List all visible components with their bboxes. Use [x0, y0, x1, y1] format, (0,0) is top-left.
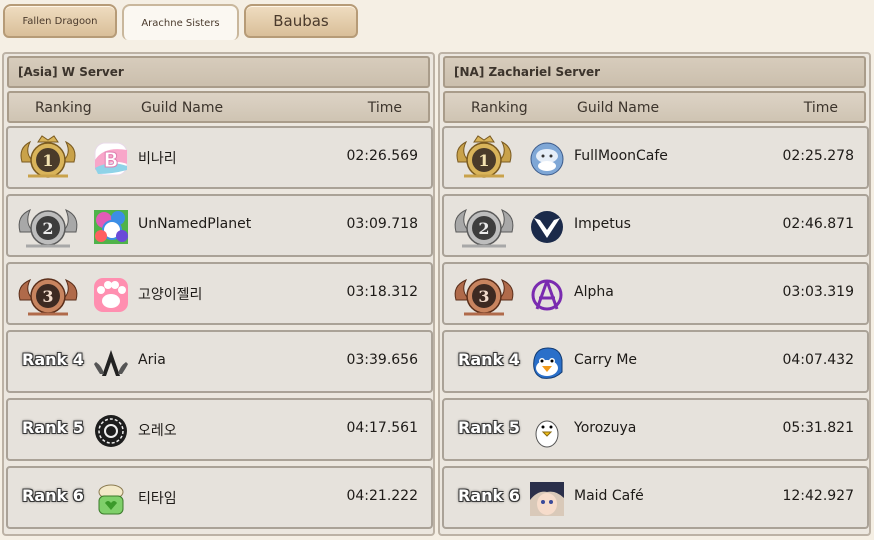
rank-label: Rank 6 — [458, 486, 520, 505]
tab-baubas[interactable]: Baubas — [244, 4, 358, 38]
gold-medal-icon: 1 — [20, 135, 76, 178]
clear-time: 12:42.927 — [782, 488, 854, 504]
guild-emblem-icon: B — [94, 142, 128, 176]
guild-emblem-icon — [533, 347, 563, 379]
guild-emblem-icon — [94, 278, 128, 312]
guild-emblem-icon — [531, 211, 563, 243]
guild-name: 오레오 — [138, 423, 177, 439]
guild-name: FullMoonCafe — [574, 148, 668, 164]
clear-time: 04:17.561 — [346, 420, 418, 436]
bronze-medal-icon: 3 — [18, 278, 78, 316]
guild-name: Aria — [138, 352, 166, 368]
guild-emblem-icon — [530, 482, 564, 516]
rank-label: Rank 5 — [22, 418, 84, 437]
clear-time: 04:21.222 — [346, 488, 418, 504]
guild-emblem-icon — [95, 415, 127, 447]
ranking-header: Ranking — [35, 100, 92, 116]
ranking-row: Rank 4 Carry Me 04:07.432 — [442, 330, 869, 393]
clear-time: 02:46.871 — [782, 216, 854, 232]
ranking-row: Rank 4 Aria 03:39.656 — [6, 330, 433, 393]
tab-bar: Fallen Dragoon Arachne Sisters Baubas — [0, 0, 874, 44]
tab-label: Baubas — [273, 12, 329, 30]
tab-arachne-sisters[interactable]: Arachne Sisters — [122, 4, 239, 40]
guild-name: Impetus — [574, 216, 631, 232]
rank-number: 2 — [42, 219, 53, 238]
rank-label: Rank 4 — [458, 350, 520, 369]
guild-name: UnNamedPlanet — [138, 216, 252, 232]
rank-number: 3 — [478, 287, 489, 306]
gold-medal-icon: 1 — [456, 135, 512, 178]
svg-text:B: B — [103, 148, 118, 172]
ranking-row: Rank 5 오레오 04:17.561 — [6, 398, 433, 461]
clear-time: 02:26.569 — [346, 148, 418, 164]
clear-time: 04:07.432 — [782, 352, 854, 368]
silver-medal-icon: 2 — [18, 209, 78, 248]
server-title: [NA] Zachariel Server — [443, 56, 866, 88]
ranking-row: Rank 6 Maid Café 12:42.927 — [442, 466, 869, 529]
guild-emblem-icon — [94, 350, 128, 376]
rank-number: 1 — [478, 151, 489, 170]
ranking-row: 1 B 비나리 02:26.569 — [6, 126, 433, 189]
guild-name: Maid Café — [574, 488, 644, 504]
clear-time: 03:18.312 — [346, 284, 418, 300]
rank-number: 2 — [478, 219, 489, 238]
tab-label: Arachne Sisters — [141, 17, 220, 29]
rank-label: Rank 4 — [22, 350, 84, 369]
ranking-header: Ranking — [471, 100, 528, 116]
clear-time: 03:39.656 — [346, 352, 418, 368]
guild-name-header: Guild Name — [141, 100, 224, 116]
guild-name-header: Guild Name — [577, 100, 660, 116]
rank-number: 3 — [42, 287, 53, 306]
tab-fallen-dragoon[interactable]: Fallen Dragoon — [3, 4, 117, 38]
ranking-row: Rank 6 티타임 04:21.222 — [6, 466, 433, 529]
tab-label: Fallen Dragoon — [22, 15, 98, 27]
time-header: Time — [803, 100, 838, 116]
ranking-row: 1 FullMoonCafe 02:25.278 — [442, 126, 869, 189]
rank-label: Rank 6 — [22, 486, 84, 505]
rank-number: 1 — [42, 151, 53, 170]
guild-emblem-icon — [531, 279, 563, 311]
guild-emblem-icon — [98, 484, 124, 515]
guild-emblem-icon — [535, 420, 559, 448]
silver-medal-icon: 2 — [454, 209, 514, 248]
rank-label: Rank 5 — [458, 418, 520, 437]
guild-emblem-icon — [94, 210, 128, 244]
guild-name: Carry Me — [574, 352, 638, 368]
na-server-panel: [NA] Zachariel Server Ranking Guild Name… — [438, 52, 871, 536]
bronze-medal-icon: 3 — [454, 278, 514, 316]
ranking-row: 3 고양이젤리 03:18.312 — [6, 262, 433, 325]
guild-name: 고양이젤리 — [138, 287, 203, 303]
ranking-row: 2 UnNamedPlanet 03:09.718 — [6, 194, 433, 257]
server-title: [Asia] W Server — [7, 56, 430, 88]
guild-emblem-icon — [530, 142, 564, 176]
guild-name: 비나리 — [138, 151, 177, 167]
asia-server-panel: [Asia] W Server Ranking Guild Name Time … — [2, 52, 435, 536]
clear-time: 03:03.319 — [782, 284, 854, 300]
time-header: Time — [367, 100, 402, 116]
column-header: Ranking Guild Name Time — [443, 91, 866, 123]
clear-time: 03:09.718 — [346, 216, 418, 232]
ranking-row: Rank 5 Yorozuya 05:31.821 — [442, 398, 869, 461]
column-header: Ranking Guild Name Time — [7, 91, 430, 123]
guild-name: Alpha — [574, 284, 614, 300]
clear-time: 05:31.821 — [782, 420, 854, 436]
ranking-row: 2 Impetus 02:46.871 — [442, 194, 869, 257]
ranking-row: 3 Alpha 03:03.319 — [442, 262, 869, 325]
clear-time: 02:25.278 — [782, 148, 854, 164]
guild-name: Yorozuya — [574, 420, 637, 436]
guild-name: 티타임 — [138, 491, 177, 507]
